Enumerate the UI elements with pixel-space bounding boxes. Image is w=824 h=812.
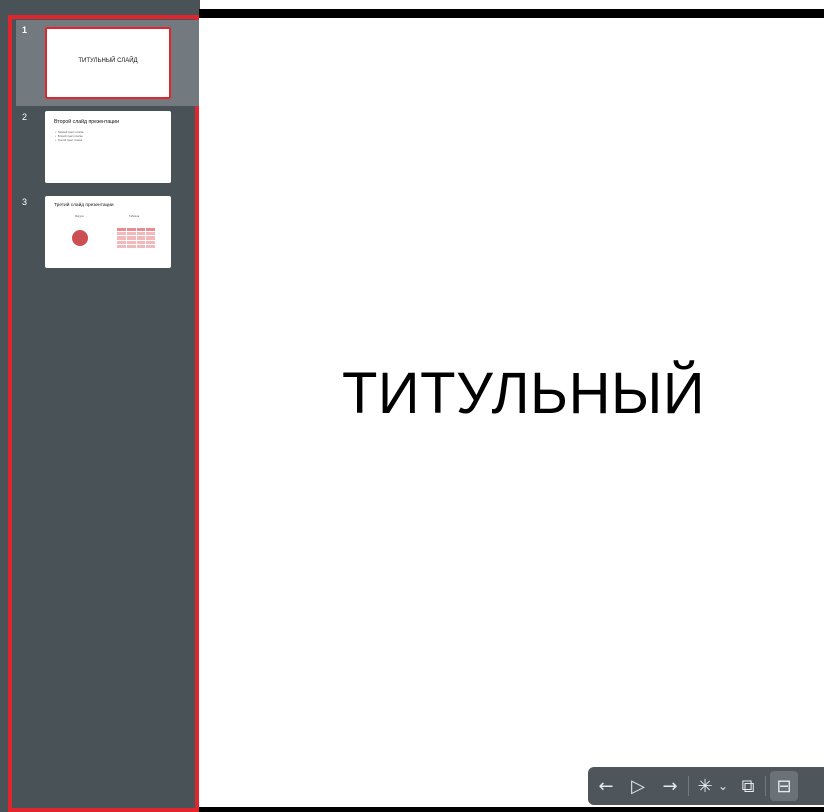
thumbnail-bullet-list: Первый пункт списка Второй пункт списка … [55,131,83,143]
thumbnail-shape-label: Фигура [75,215,84,218]
slide-thumbnail-row-2[interactable]: 2 Второй слайд презентации Первый пункт … [16,107,199,187]
chevron-down-icon: ⌄ [717,779,729,793]
slide-title[interactable]: ТИТУЛЬНЫЙ [342,360,705,427]
thumbnail-table-label: Таблица [129,215,140,218]
slide-thumbnail-2[interactable]: Второй слайд презентации Первый пункт сп… [45,111,171,183]
thumbnail-circle-shape [72,230,88,246]
layout-toggle-button[interactable]: ⊟ [770,771,798,801]
thumbnail-table [117,228,155,248]
laser-options-dropdown[interactable]: ⌄ [717,771,729,801]
slide-canvas[interactable]: ТИТУЛЬНЫЙ [201,18,824,807]
laser-pointer-button[interactable]: ✳ [693,771,717,801]
slide-thumbnail-panel[interactable]: 1 ТИТУЛЬНЫЙ СЛАЙД 2 Второй слайд презент… [8,15,199,812]
laser-pointer-icon: ✳ [697,775,713,797]
slide-thumbnail-3[interactable]: Третий слайд презентации Фигура Таблица [45,196,171,268]
layout-icon: ⊟ [776,775,792,797]
toolbar-divider [688,776,689,796]
bottom-edge [199,807,824,812]
arrow-left-icon: ← [598,775,614,797]
previous-slide-button[interactable]: ← [592,771,620,801]
arrow-right-icon: → [662,775,678,797]
toolbar-divider [765,776,766,796]
overlay-icon: ⧉ [741,775,755,797]
slide-number: 2 [22,112,28,122]
play-icon: ▷ [631,775,645,797]
thumbnail-title: Третий слайд презентации [54,203,114,208]
next-slide-button[interactable]: → [656,771,684,801]
play-button[interactable]: ▷ [624,771,652,801]
slide-thumbnail-row-1[interactable]: 1 ТИТУЛЬНЫЙ СЛАЙД [16,20,199,106]
thumbnail-title: ТИТУЛЬНЫЙ СЛАЙД [78,58,138,64]
slide-number: 3 [22,197,28,207]
overlay-button[interactable]: ⧉ [735,771,761,801]
list-item: Третий пункт списка [55,139,83,143]
top-bar [199,9,824,18]
slide-thumbnail-row-3[interactable]: 3 Третий слайд презентации Фигура Таблиц… [16,192,199,272]
thumbnail-title: Второй слайд презентации [54,119,119,125]
sidebar-top-strip [0,0,200,15]
slide-number: 1 [22,25,28,35]
slide-thumbnail-1[interactable]: ТИТУЛЬНЫЙ СЛАЙД [45,27,171,99]
presentation-toolbar: ← ▷ → ✳ ⌄ ⧉ ⊟ [588,767,824,805]
sidebar-edge [0,0,8,812]
